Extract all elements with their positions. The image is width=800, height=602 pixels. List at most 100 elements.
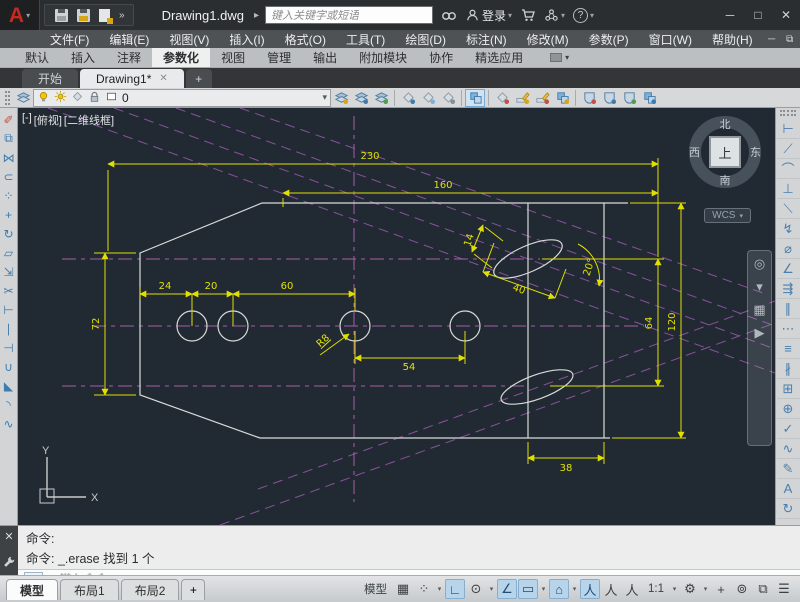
new-drawing-tab-button[interactable]: + xyxy=(186,69,212,88)
chamfer-tool-icon[interactable]: ◣ xyxy=(0,376,17,395)
layer-lock-icon[interactable] xyxy=(88,90,101,106)
full-navigation-wheel-icon[interactable]: ◎ xyxy=(754,257,765,270)
snap-dropdown[interactable]: ▾ xyxy=(435,579,444,599)
isolate-objects-toggle[interactable]: ⊚ xyxy=(732,579,752,599)
make-current-layer-button[interactable] xyxy=(331,89,351,107)
navbar-dropdown[interactable]: ▾ xyxy=(756,280,763,293)
menu-item-10[interactable]: 窗口(W) xyxy=(639,30,702,48)
annotation-autoscale-toggle[interactable]: 人 xyxy=(601,579,621,599)
trim-tool-icon[interactable]: ✂ xyxy=(0,281,17,300)
dim-linear-tool-icon[interactable]: ⊢ xyxy=(777,119,800,139)
ribbon-tab-参数化[interactable]: 参数化 xyxy=(152,48,210,67)
ribbon-tab-视图[interactable]: 视图 xyxy=(210,48,256,67)
clean-screen-toggle[interactable]: ⧉ xyxy=(753,579,773,599)
layer-check-button[interactable] xyxy=(619,89,639,107)
quick-dim-tool-icon[interactable]: ⇶ xyxy=(777,279,800,299)
dim-inspect-tool-icon[interactable]: ✓ xyxy=(777,419,800,439)
menu-item-8[interactable]: 修改(M) xyxy=(517,30,579,48)
model-paper-toggle[interactable]: 模型 xyxy=(359,579,392,599)
grid-display-toggle[interactable]: ▦ xyxy=(393,579,413,599)
center-mark-tool-icon[interactable]: ⊕ xyxy=(777,399,800,419)
save-icon[interactable] xyxy=(55,9,68,22)
layer-select-combo[interactable]: 0▾ xyxy=(33,89,331,107)
dim-radius-tool-icon[interactable]: ⟍ xyxy=(777,199,800,219)
autodesk-apps-button[interactable]: ▾ xyxy=(544,8,565,23)
viewport-control-0[interactable]: [-] xyxy=(22,112,32,128)
layer-match-shield-button[interactable] xyxy=(579,89,599,107)
doc-restore-button[interactable]: ⧉ xyxy=(781,31,799,47)
layer-merge-button[interactable] xyxy=(552,89,572,107)
layer-states-button[interactable] xyxy=(465,89,485,107)
stretch-tool-icon[interactable]: ⇲ xyxy=(0,262,17,281)
break-tool-icon[interactable]: ⊣ xyxy=(0,338,17,357)
menu-item-7[interactable]: 标注(N) xyxy=(456,30,517,48)
dyninput-dropdown[interactable]: ▾ xyxy=(539,579,548,599)
file-tab-close-icon[interactable]: ✕ xyxy=(159,73,167,84)
join-tool-icon[interactable]: ∪ xyxy=(0,357,17,376)
save-as-icon[interactable] xyxy=(77,9,90,22)
command-close-icon[interactable]: ✕ xyxy=(4,530,13,543)
search-input[interactable]: 键入关键字或短语 xyxy=(265,6,433,24)
dim-ordinate-tool-icon[interactable]: ⊥ xyxy=(777,179,800,199)
ribbon-tab-管理[interactable]: 管理 xyxy=(256,48,302,67)
help-button[interactable]: ?▾ xyxy=(573,8,594,23)
layer-freeze-icon[interactable] xyxy=(54,90,67,106)
sign-in-button[interactable]: 登录 ▾ xyxy=(465,7,512,24)
layer-previous-button[interactable] xyxy=(371,89,391,107)
dim-jog-line-tool-icon[interactable]: ∿ xyxy=(777,439,800,459)
wcs-button[interactable]: WCS ▾ xyxy=(704,208,751,223)
search-button[interactable] xyxy=(441,7,457,23)
doc-minimize-button[interactable]: ─ xyxy=(763,31,781,47)
ribbon-tab-附加模块[interactable]: 附加模块 xyxy=(348,48,418,67)
open-icon[interactable] xyxy=(99,9,110,22)
erase-tool-icon[interactable]: ✐ xyxy=(0,110,17,129)
command-tools-icon[interactable] xyxy=(2,555,16,569)
menu-item-2[interactable]: 视图(V) xyxy=(159,30,219,48)
file-tab-1[interactable]: Drawing1*✕ xyxy=(80,69,184,88)
extend-tool-icon[interactable]: ⊢ xyxy=(0,300,17,319)
freeze-in-viewport-button[interactable] xyxy=(512,89,532,107)
move-tool-icon[interactable]: + xyxy=(0,205,17,224)
dim-break-tool-icon[interactable]: ∦ xyxy=(777,359,800,379)
array-tool-icon[interactable]: ⁘ xyxy=(0,186,17,205)
dim-aligned-tool-icon[interactable]: ⟋ xyxy=(777,139,800,159)
dim-baseline-tool-icon[interactable]: ∥ xyxy=(777,299,800,319)
menu-item-5[interactable]: 工具(T) xyxy=(336,30,395,48)
scale-dropdown[interactable]: ▾ xyxy=(670,579,679,599)
viewcube[interactable]: 北 南 西 东 上 xyxy=(689,116,761,188)
viewcube-east[interactable]: 东 xyxy=(750,144,761,160)
layer-import-button[interactable] xyxy=(639,89,659,107)
annotation-scale-value[interactable]: 1:1 xyxy=(643,579,669,599)
ribbon-tab-插入[interactable]: 插入 xyxy=(60,48,106,67)
dim-edit-tool-icon[interactable]: ✎ xyxy=(777,459,800,479)
model-space-canvas[interactable]: 2301607224206054R8144020°6412038XY [-][俯… xyxy=(18,108,775,525)
menu-item-9[interactable]: 参数(P) xyxy=(579,30,639,48)
viewport-control-1[interactable]: [俯视] xyxy=(34,112,62,128)
layer-lock-fade-button[interactable] xyxy=(438,89,458,107)
dim-jogged-tool-icon[interactable]: ↯ xyxy=(777,219,800,239)
ucs-icon[interactable]: XY xyxy=(40,445,99,504)
qat-more-icon[interactable]: » xyxy=(119,10,123,21)
menu-item-6[interactable]: 绘图(D) xyxy=(395,30,456,48)
viewcube-top-face[interactable]: 上 xyxy=(709,136,741,168)
rotate-tool-icon[interactable]: ↻ xyxy=(0,224,17,243)
menu-item-0[interactable]: 文件(F) xyxy=(40,30,99,48)
copy-tool-icon[interactable]: ⧉ xyxy=(0,129,17,148)
minimize-button[interactable]: ─ xyxy=(716,0,744,30)
layer-vp-freeze-icon[interactable] xyxy=(71,90,84,106)
annotation-visibility-toggle[interactable]: 人 xyxy=(580,579,600,599)
ribbon-tab-协作[interactable]: 协作 xyxy=(418,48,464,67)
annotation-scale-toggle[interactable]: 人 xyxy=(622,579,642,599)
dimension-labels[interactable]: 2301607224206054R8144020°6412038 xyxy=(91,151,678,474)
polar-tracking-toggle[interactable]: ⊙ xyxy=(466,579,486,599)
dim-diameter-tool-icon[interactable]: ⌀ xyxy=(777,239,800,259)
dim-angular-tool-icon[interactable]: ∠ xyxy=(777,259,800,279)
add-cleanup[interactable]: + xyxy=(711,579,731,599)
dynamic-input-toggle[interactable]: ▭ xyxy=(518,579,538,599)
tolerance-tool-icon[interactable]: ⊞ xyxy=(777,379,800,399)
dimension-toolbar-grip[interactable] xyxy=(780,110,796,116)
toolbar-grip[interactable] xyxy=(5,91,10,105)
file-tab-0[interactable]: 开始 xyxy=(22,69,78,88)
mirror-tool-icon[interactable]: ⋈ xyxy=(0,148,17,167)
osnap-tracking-toggle[interactable]: ∠ xyxy=(497,579,517,599)
